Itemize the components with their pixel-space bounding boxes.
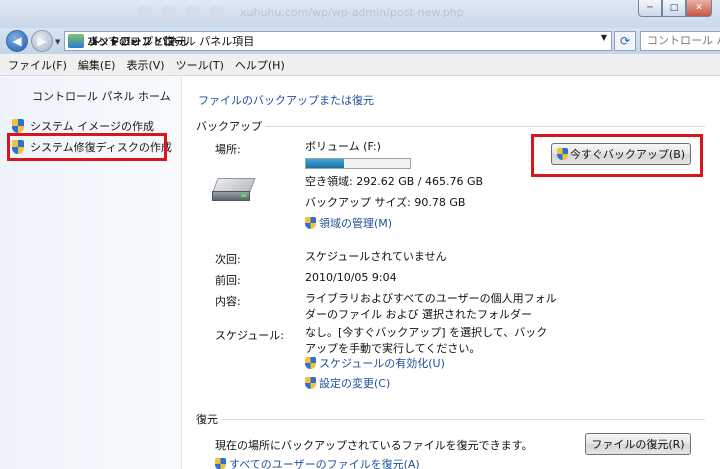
address-dropdown-icon[interactable]: ▼	[601, 33, 607, 42]
search-input[interactable]: コントロール パネルの検索	[640, 31, 720, 51]
next-backup-label: 次回:	[215, 253, 241, 266]
uac-shield-icon	[305, 357, 316, 369]
address-bar[interactable]: ▶ コントロール パネル ▶ すべてのコントロール パネル項目 ▶ バックアップ…	[64, 31, 612, 51]
restore-all-users-link[interactable]: すべてのユーザーのファイルを復元(A)	[215, 456, 420, 469]
faded-browser-icon	[138, 6, 152, 20]
menu-file[interactable]: ファイル(F)	[8, 57, 67, 73]
recent-pages-chevron-icon[interactable]: ▼	[55, 38, 60, 46]
next-backup-value: スケジュールされていません	[305, 250, 447, 263]
left-pane: コントロール パネル ホーム システム イメージの作成 システム修復ディスクの作…	[0, 77, 182, 469]
uac-shield-icon	[215, 458, 226, 469]
free-space-text: 空き領域: 292.62 GB / 465.76 GB	[305, 175, 484, 188]
schedule-label: スケジュール:	[215, 329, 284, 342]
control-panel-home-link[interactable]: コントロール パネル ホーム	[32, 88, 171, 104]
contents-label: 内容:	[215, 295, 241, 308]
menu-view[interactable]: 表示(V)	[126, 57, 164, 73]
backup-section-heading: バックアップ	[196, 120, 262, 133]
restore-description: 現在の場所にバックアップされているファイルを復元できます。	[215, 439, 533, 452]
restore-files-label[interactable]: ファイルの復元(R)	[591, 436, 684, 452]
refresh-button[interactable]: ⟳	[614, 31, 636, 51]
faded-browser-icon	[186, 6, 200, 20]
menu-edit[interactable]: 編集(E)	[78, 57, 116, 73]
maximize-button[interactable]: □	[662, 0, 686, 17]
backup-size-text: バックアップ サイズ: 90.78 GB	[305, 196, 466, 209]
last-backup-label: 前回:	[215, 274, 241, 287]
schedule-value-line-1: なし。[今すぐバックアップ] を選択して、バック	[305, 326, 548, 339]
last-backup-value: 2010/10/05 9:04	[305, 271, 397, 284]
contents-value-line-2: ダーのファイル および 選択されたフォルダー	[305, 308, 532, 321]
faded-background-url: xuhuhu.com/wp/wp-admin/post-new.php	[240, 6, 464, 19]
breadcrumb-backup-restore[interactable]: バックアップと復元	[87, 33, 186, 49]
section-divider	[265, 126, 705, 127]
close-button[interactable]: ✕	[686, 0, 712, 17]
change-settings-label[interactable]: 設定の変更(C)	[319, 375, 390, 391]
uac-shield-icon	[305, 217, 316, 229]
menu-tools[interactable]: ツール(T)	[176, 57, 224, 73]
contents-value-line-1: ライブラリおよびすべてのユーザーの個人用フォル	[305, 292, 557, 305]
enable-schedule-label[interactable]: スケジュールの有効化(U)	[319, 355, 445, 371]
page-title: ファイルのバックアップまたは復元	[198, 94, 374, 107]
minimize-button[interactable]: ─	[638, 0, 662, 17]
change-settings-link[interactable]: 設定の変更(C)	[305, 375, 390, 391]
restore-all-users-label[interactable]: すべてのユーザーのファイルを復元(A)	[229, 456, 420, 469]
main-pane: ファイルのバックアップまたは復元 バックアップ 場所: ボリューム (F:) 空…	[183, 77, 720, 469]
create-system-image-link[interactable]: システム イメージの作成	[12, 118, 154, 134]
manage-space-link[interactable]: 領域の管理(M)	[305, 215, 392, 231]
restore-section-heading: 復元	[196, 413, 218, 426]
back-button[interactable]: ◀	[6, 30, 28, 52]
section-divider	[223, 419, 705, 420]
location-label: 場所:	[215, 143, 241, 156]
hard-drive-icon	[212, 178, 256, 204]
faded-browser-icon	[162, 6, 176, 20]
restore-files-button[interactable]: ファイルの復元(R)	[585, 433, 691, 455]
forward-button[interactable]: ▶	[31, 30, 53, 52]
create-system-image-label[interactable]: システム イメージの作成	[30, 118, 154, 134]
volume-usage-bar	[305, 158, 411, 169]
highlight-box	[531, 134, 703, 177]
manage-space-label[interactable]: 領域の管理(M)	[319, 215, 392, 231]
menu-help[interactable]: ヘルプ(H)	[235, 57, 285, 73]
breadcrumb: ▶ コントロール パネル ▶ すべてのコントロール パネル項目 ▶ バックアップ…	[87, 35, 254, 48]
enable-schedule-link[interactable]: スケジュールの有効化(U)	[305, 355, 445, 371]
faded-browser-icon	[210, 6, 224, 20]
window-title-bar: xuhuhu.com/wp/wp-admin/post-new.php ─ □ …	[0, 0, 720, 28]
highlight-box	[7, 133, 167, 161]
window-controls: ─ □ ✕	[638, 0, 712, 17]
uac-shield-icon	[305, 377, 316, 389]
schedule-value-line-2: アップを手動で実行してください。	[305, 342, 481, 355]
control-panel-icon	[68, 34, 84, 48]
volume-name: ボリューム (F:)	[305, 140, 381, 153]
menu-bar: ファイル(F) 編集(E) 表示(V) ツール(T) ヘルプ(H)	[0, 54, 720, 76]
volume-usage-fill	[306, 159, 345, 168]
uac-shield-icon	[12, 119, 24, 133]
address-row: ◀ ▶ ▼ ▶ コントロール パネル ▶ すべてのコントロール パネル項目 ▶ …	[0, 28, 720, 54]
